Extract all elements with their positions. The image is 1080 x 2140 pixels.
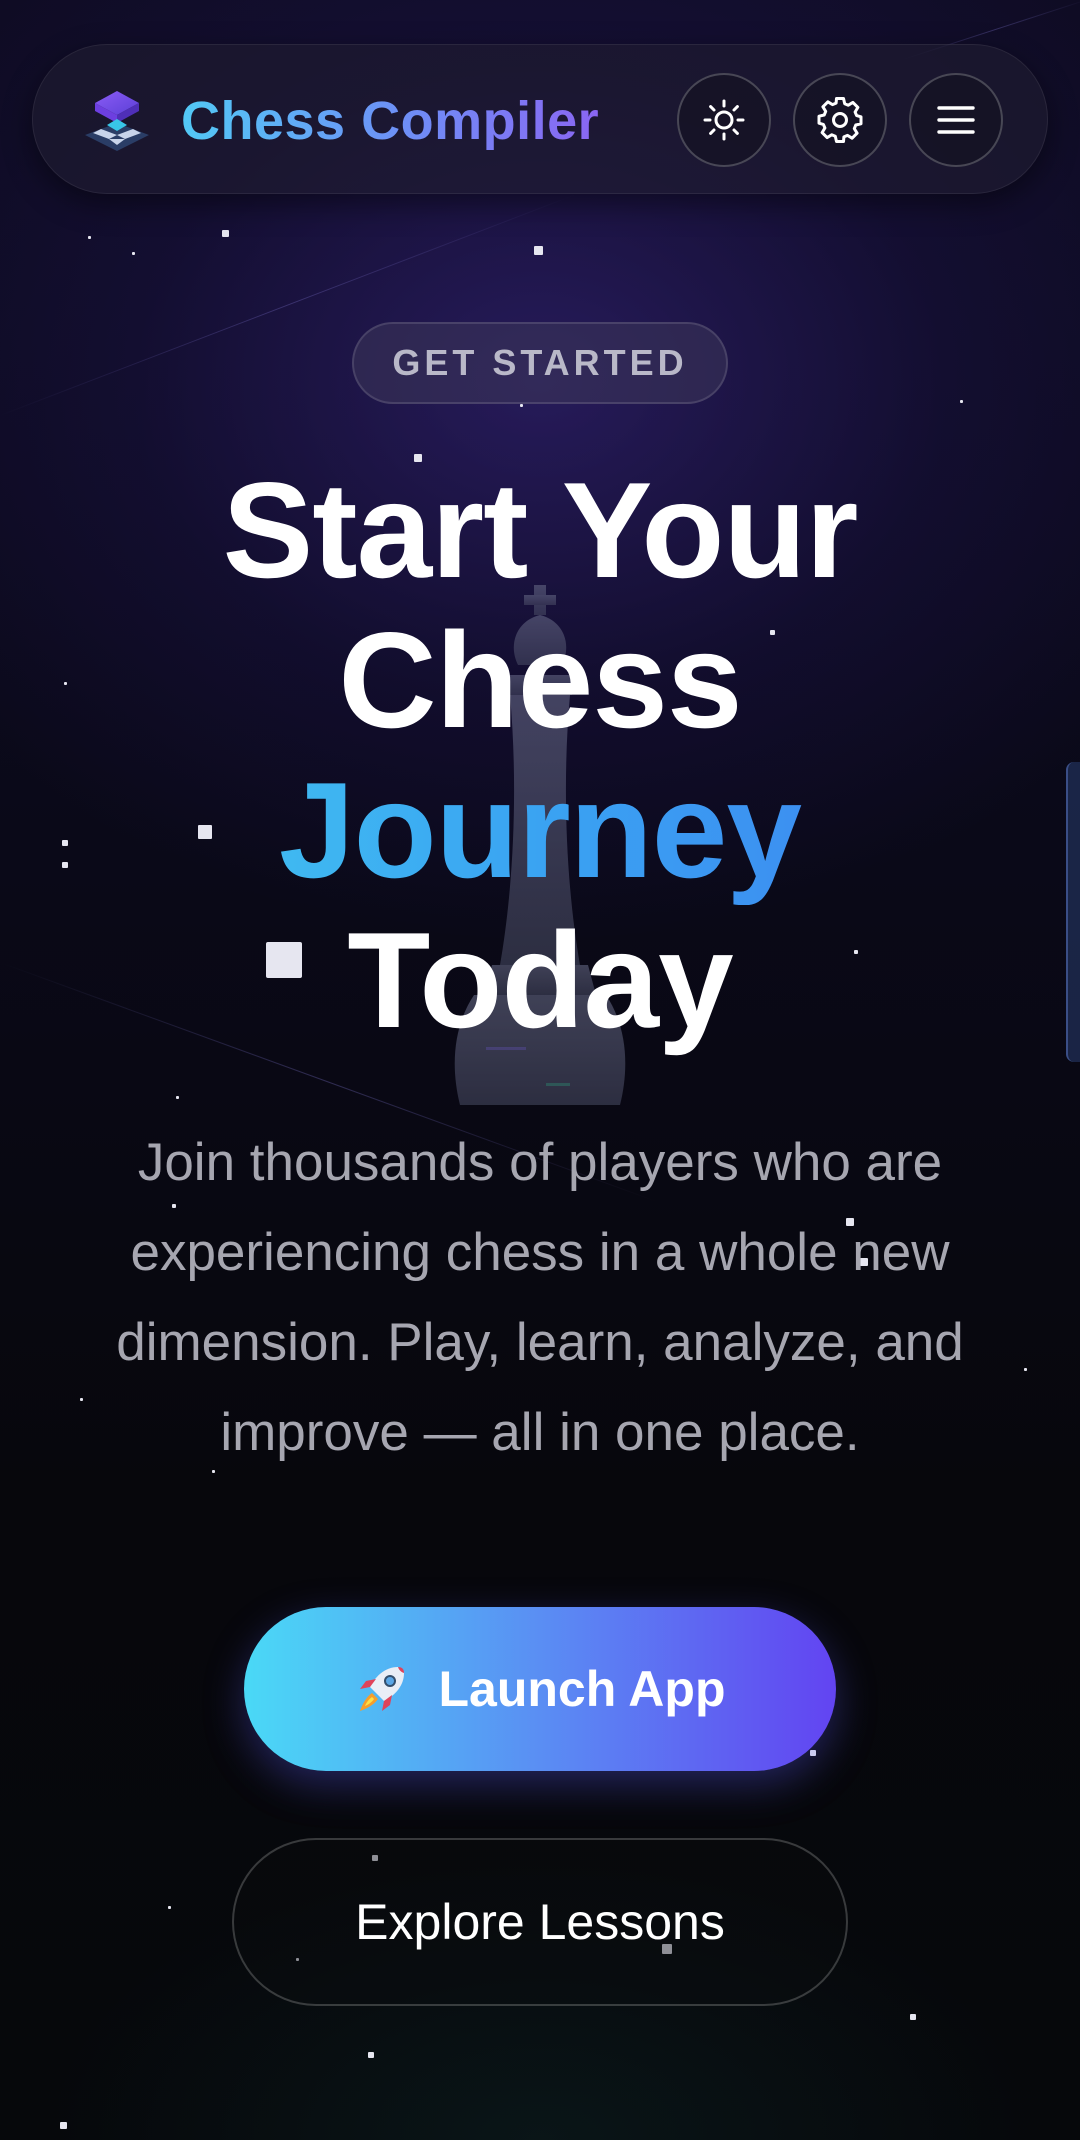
star — [176, 1096, 179, 1099]
launch-app-button[interactable]: Launch App — [244, 1607, 836, 1771]
headline-line: Start Your — [222, 454, 859, 606]
star — [222, 230, 229, 237]
star — [910, 2014, 916, 2020]
get-started-badge: GET STARTED — [352, 322, 728, 404]
sun-icon — [703, 99, 745, 141]
star — [960, 400, 963, 403]
side-drawer-handle[interactable] — [1066, 762, 1080, 1062]
chess-compiler-logo-icon[interactable] — [81, 89, 153, 153]
rocket-icon — [360, 1667, 405, 1711]
launch-app-label: Launch App — [438, 1661, 726, 1717]
settings-button[interactable] — [793, 73, 887, 167]
headline-line: Chess — [338, 604, 742, 756]
theme-toggle-button[interactable] — [677, 73, 771, 167]
star — [520, 404, 523, 407]
star — [168, 1906, 171, 1909]
star — [810, 1750, 816, 1756]
star — [60, 2122, 67, 2129]
menu-button[interactable] — [909, 73, 1003, 167]
explore-lessons-button[interactable]: Explore Lessons — [232, 1838, 848, 2006]
headline-line: Today — [347, 904, 733, 1056]
explore-lessons-label: Explore Lessons — [355, 1894, 725, 1950]
brand-name[interactable]: Chess Compiler — [181, 89, 599, 153]
star — [534, 246, 543, 255]
star — [88, 236, 91, 239]
star — [368, 2052, 374, 2058]
hamburger-menu-icon — [937, 106, 975, 134]
star — [132, 252, 135, 255]
top-nav-bar: Chess Compiler — [32, 44, 1048, 194]
landing-page: Chess Compiler GET STARTED Start Your Ch… — [0, 0, 1080, 2140]
headline-accent: Journey — [0, 755, 1080, 905]
hero-headline: Start Your Chess Journey Today — [0, 455, 1080, 1055]
gear-icon — [817, 97, 863, 143]
hero-subtitle: Join thousands of players who are experi… — [116, 1133, 964, 1462]
